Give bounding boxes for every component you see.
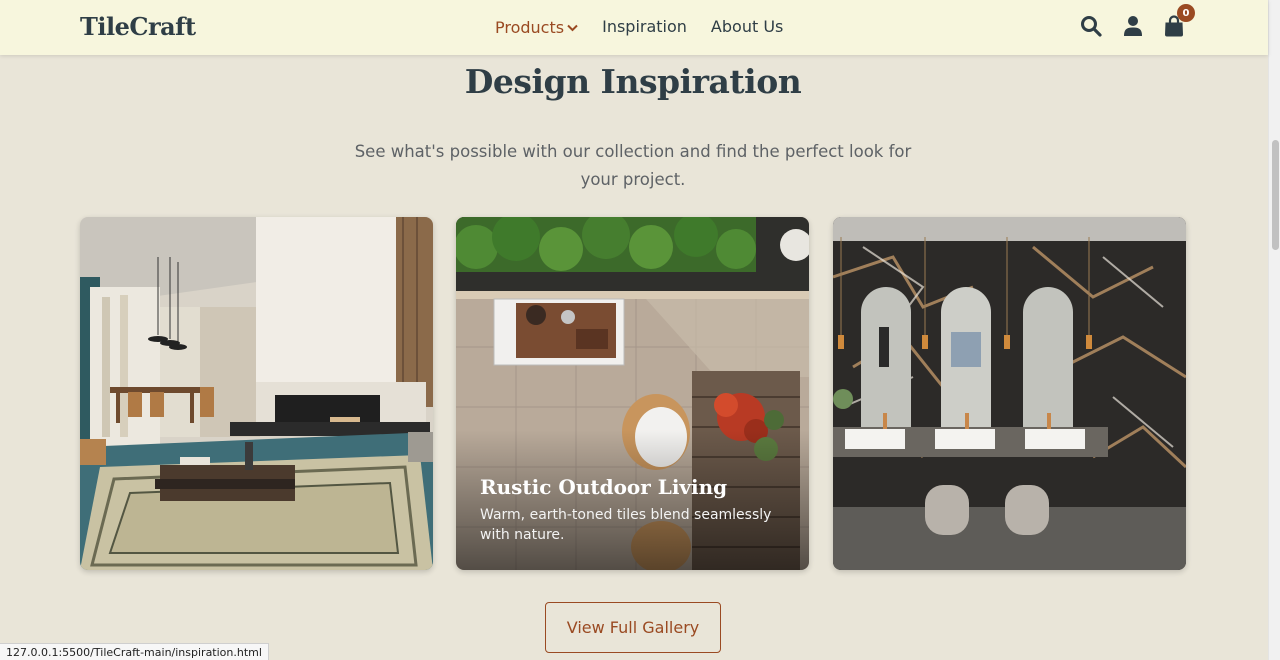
view-full-gallery-button[interactable]: View Full Gallery [545, 602, 721, 653]
brand-logo[interactable]: TileCraft [80, 12, 196, 41]
inspiration-card-rustic-outdoor[interactable]: Rustic Outdoor Living Warm, earth-toned … [456, 217, 809, 570]
card-description: Warm, earth-toned tiles blend seamlessly… [480, 507, 772, 543]
nav-products-label: Products [495, 18, 565, 37]
cart-count-badge: 0 [1177, 4, 1195, 22]
marble-bathroom-image [833, 217, 1186, 570]
user-icon[interactable] [1123, 15, 1143, 37]
inspiration-card-marble-bathroom[interactable] [833, 217, 1186, 570]
site-header: TileCraft Products Inspiration About Us … [0, 0, 1268, 55]
card-title: Rustic Outdoor Living [480, 475, 728, 499]
nav-inspiration[interactable]: Inspiration [602, 17, 687, 37]
nav-about-us[interactable]: About Us [711, 17, 783, 37]
chevron-down-icon [567, 17, 578, 36]
header-actions: 0 [1080, 4, 1195, 41]
card-caption-overlay [456, 430, 809, 570]
section-title: Design Inspiration [464, 62, 802, 101]
browser-status-url: 127.0.0.1:5500/TileCraft-main/inspiratio… [0, 643, 269, 660]
search-icon[interactable] [1080, 15, 1102, 37]
section-subtitle: See what's possible with our collection … [354, 142, 912, 189]
nav-products[interactable]: Products [495, 17, 578, 37]
inspiration-card-living-room[interactable] [80, 217, 433, 570]
main-nav: Products Inspiration About Us [495, 17, 783, 37]
scrollbar-thumb[interactable] [1272, 140, 1279, 250]
page-scrollbar[interactable] [1268, 0, 1280, 660]
living-room-image [80, 217, 433, 570]
